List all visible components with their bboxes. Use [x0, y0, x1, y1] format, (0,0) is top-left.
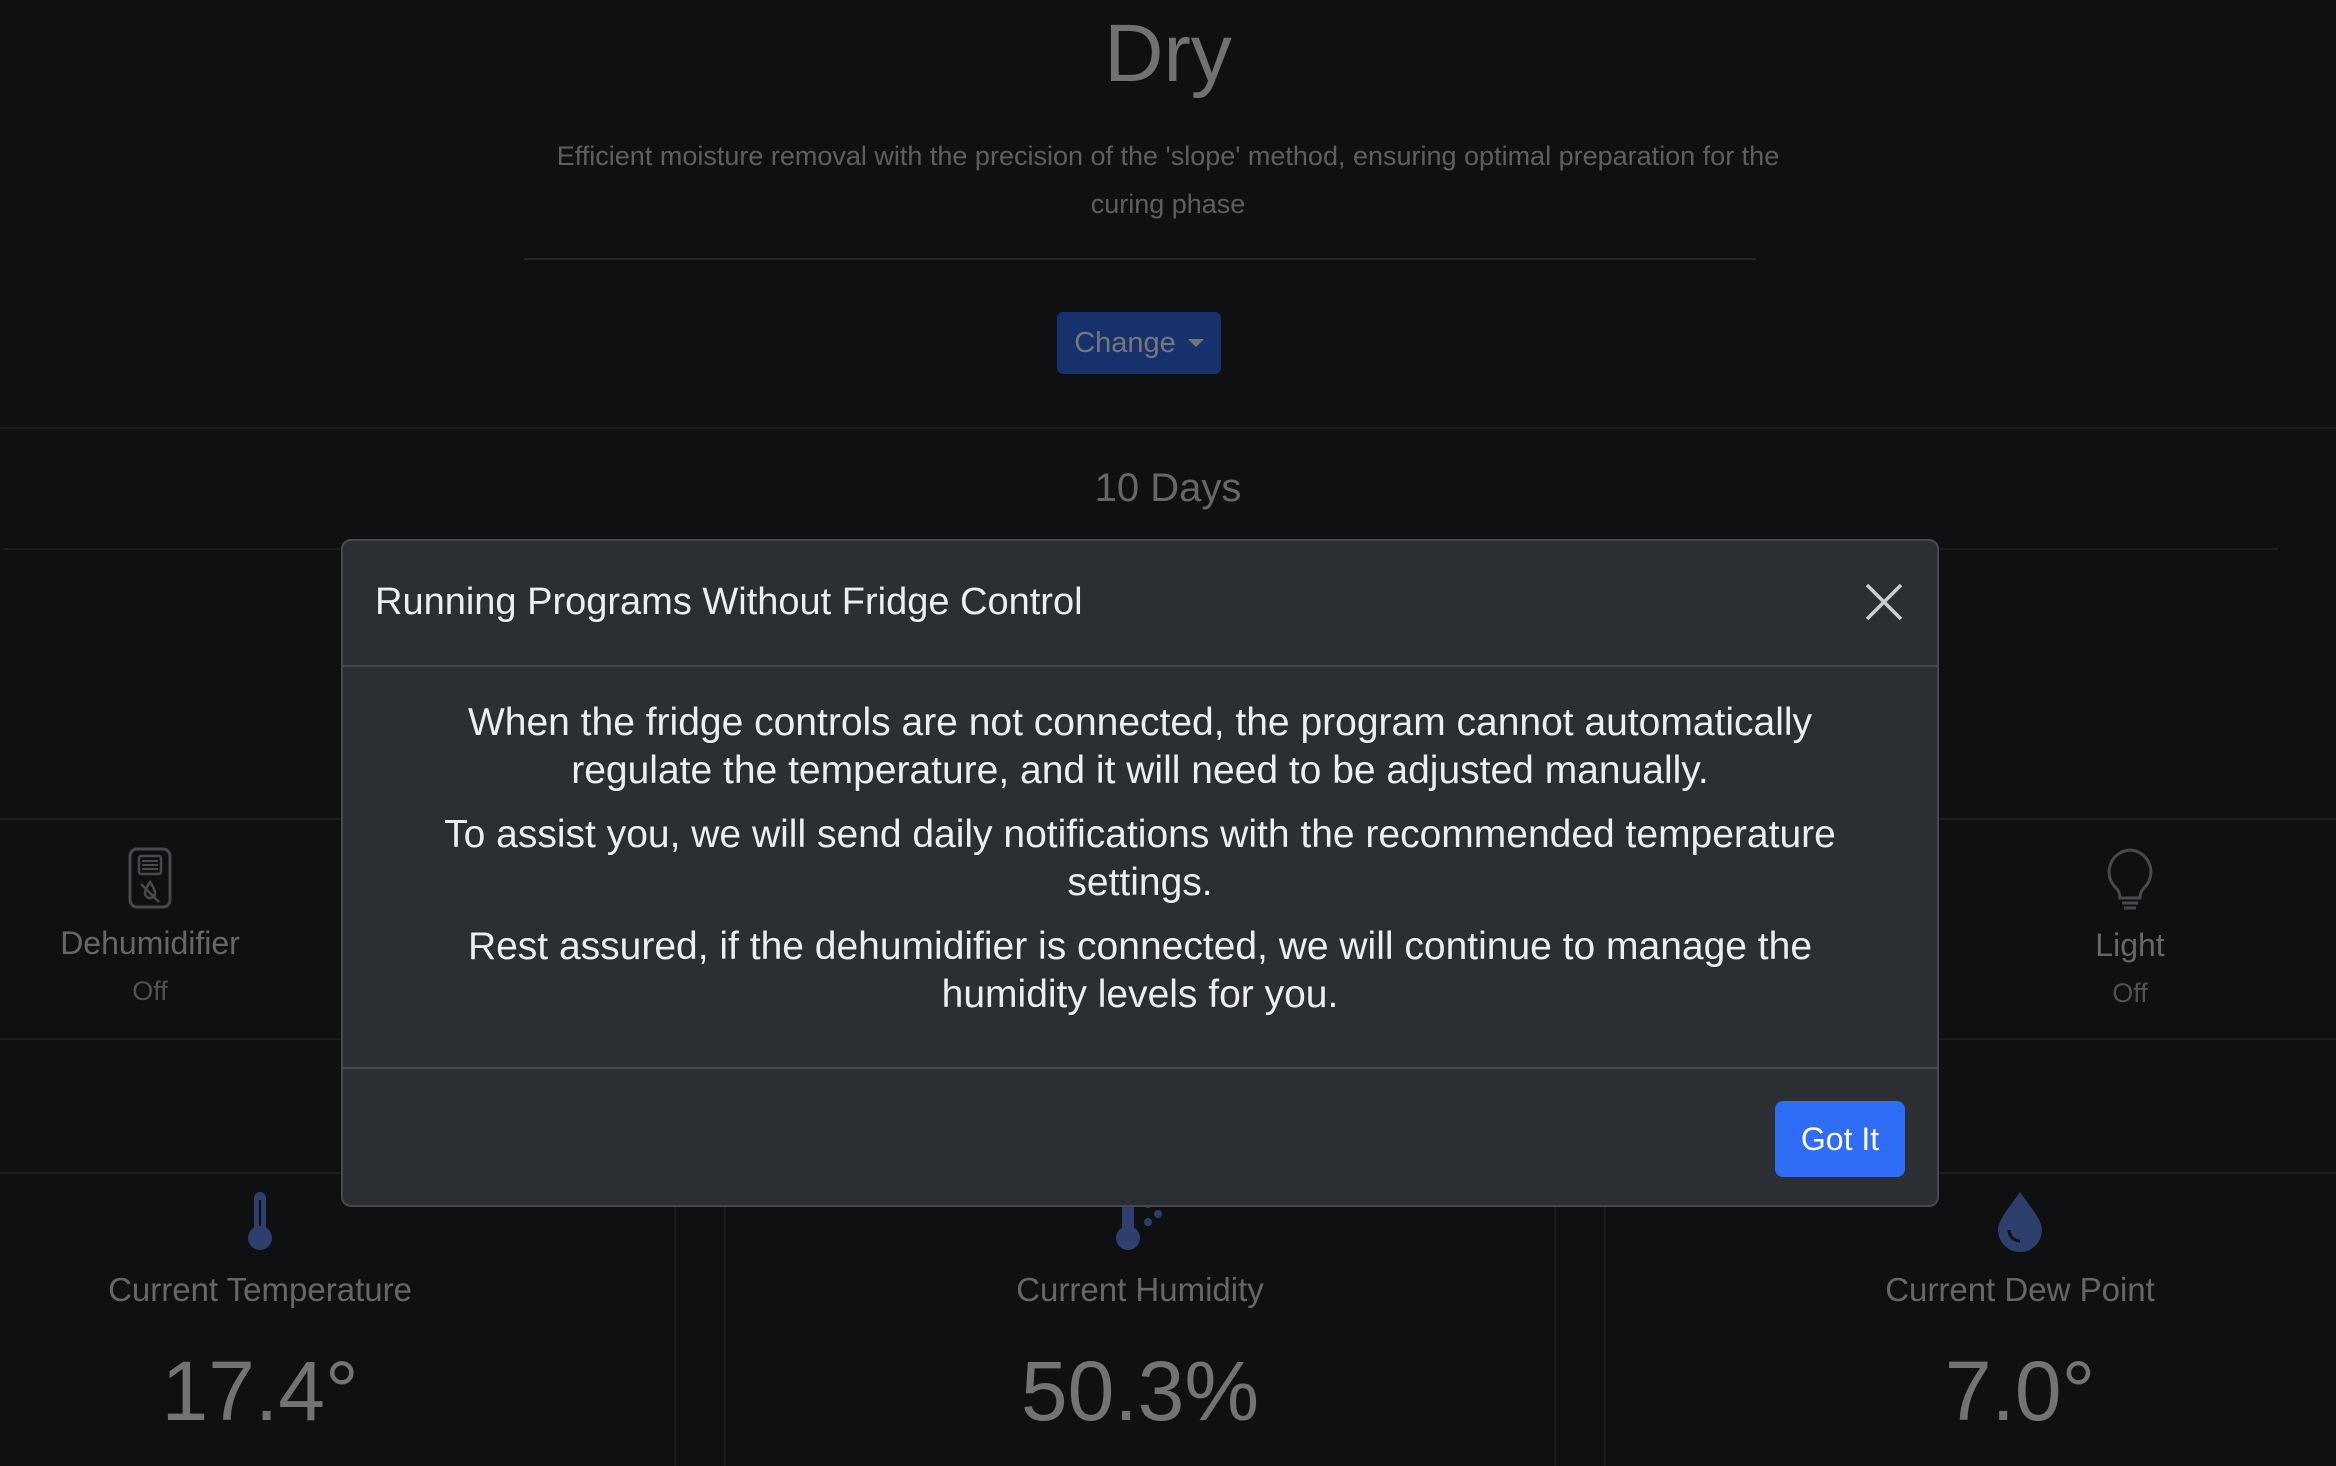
modal-paragraph: When the fridge controls are not connect…	[467, 701, 1813, 792]
modal-paragraph: Rest assured, if the dehumidifier is con…	[467, 925, 1813, 1016]
modal-footer: Got It	[343, 1067, 1937, 1207]
modal-title: Running Programs Without Fridge Control	[375, 581, 1083, 623]
modal-header: Running Programs Without Fridge Control	[343, 541, 1937, 667]
fridge-control-modal: Running Programs Without Fridge Control …	[341, 539, 1939, 1207]
modal-paragraph: To assist you, we will send daily notifi…	[444, 813, 1836, 904]
modal-body: When the fridge controls are not connect…	[343, 667, 1937, 1016]
close-icon[interactable]	[1859, 577, 1909, 627]
got-it-button[interactable]: Got It	[1775, 1101, 1905, 1177]
